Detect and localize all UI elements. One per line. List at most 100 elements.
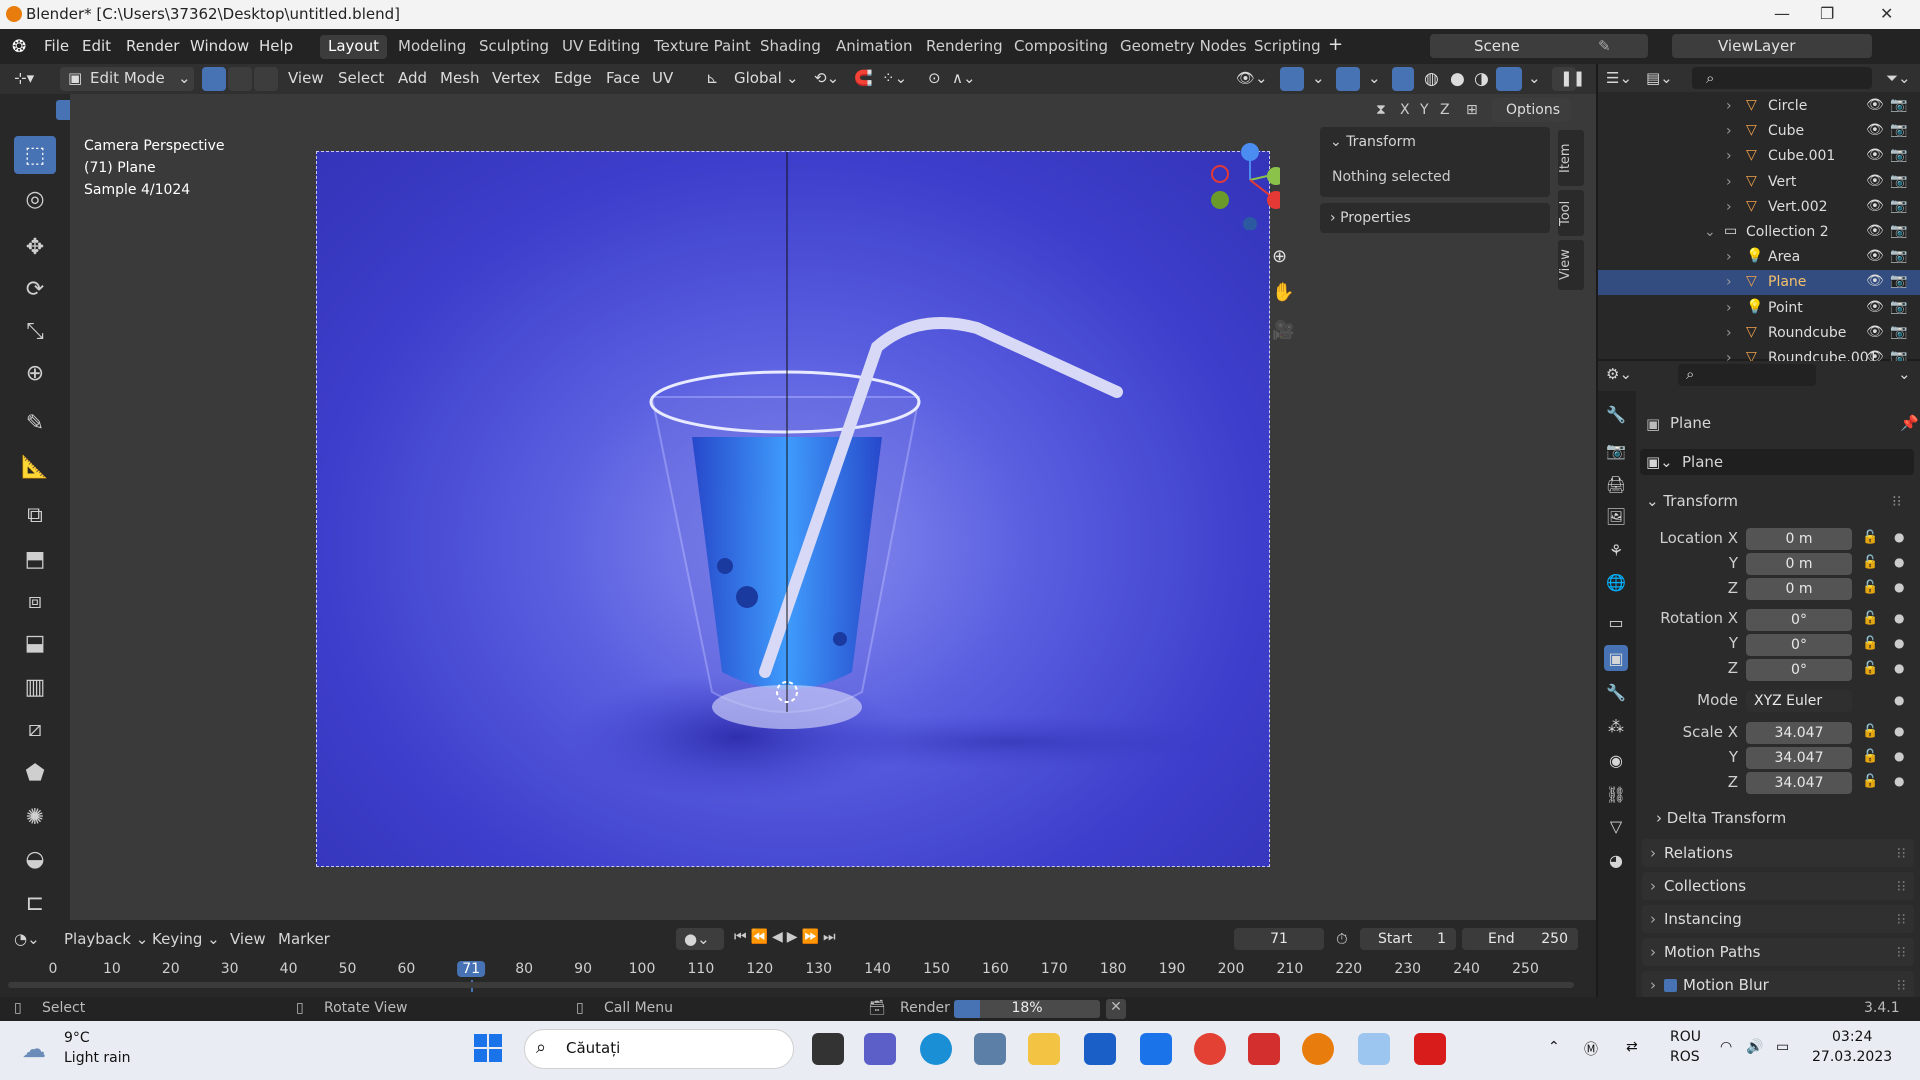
tab-uv-editing[interactable]: UV Editing [554, 35, 648, 59]
taskbar-search-box[interactable] [524, 1029, 794, 1069]
tab-tool[interactable]: Tool [1558, 190, 1584, 236]
scene-props-icon[interactable]: ⚘ [1604, 537, 1628, 563]
outliner-row[interactable]: › ▽ Circle 👁 📷 [1598, 94, 1920, 119]
chrome-icon[interactable] [1194, 1033, 1226, 1065]
lock-icon[interactable]: 🔓 [1862, 611, 1878, 626]
add-workspace-icon[interactable]: + [1328, 34, 1343, 55]
outliner-row[interactable]: › ▽ Vert 👁 📷 [1598, 170, 1920, 195]
eye-icon[interactable]: 👁 [1866, 223, 1884, 239]
orientation-selector[interactable]: Global [734, 69, 782, 87]
keyframe-dot-icon[interactable]: ● [1894, 693, 1904, 707]
zoom-icon[interactable]: ⊕ [1272, 246, 1287, 267]
outliner-row[interactable]: › ▽ Cube.001 👁 📷 [1598, 144, 1920, 169]
rotation-x-field[interactable]: 0° [1746, 609, 1852, 631]
photos-icon[interactable] [974, 1033, 1006, 1065]
properties-editor-icon[interactable]: ⚙⌄ [1606, 365, 1632, 383]
select-box-tool-icon[interactable]: ⬚ [14, 136, 56, 174]
tab-animation[interactable]: Animation [828, 35, 920, 59]
menu-window[interactable]: Window [190, 37, 249, 55]
camera-render-icon[interactable]: 📷 [1890, 198, 1907, 214]
eye-icon[interactable]: 👁 [1866, 173, 1884, 189]
end-frame-field[interactable]: End 250 [1462, 928, 1578, 950]
outliner-row[interactable]: › 💡 Area 👁 📷 [1598, 245, 1920, 270]
scale-tool-icon[interactable]: ⤡ [14, 312, 56, 350]
lock-icon[interactable]: 🔓 [1862, 636, 1878, 651]
spin-tool-icon[interactable]: ✺ [14, 798, 56, 836]
clock-date[interactable]: 27.03.2023 [1812, 1049, 1892, 1065]
keyframe-dot-icon[interactable]: ● [1894, 580, 1904, 594]
playback-controls-icon[interactable]: ⏮⏪◀▶⏩⏭ [734, 929, 840, 945]
transform-panel-header[interactable]: ⌄ Transform [1330, 134, 1416, 150]
keyframe-dot-icon[interactable]: ● [1894, 724, 1904, 738]
eye-icon[interactable]: 👁 [1866, 198, 1884, 214]
editor-type-icon[interactable]: ⊹▾ [14, 69, 34, 87]
scene-selector[interactable] [1430, 34, 1648, 58]
outliner-row[interactable]: › 💡 Point 👁 📷 [1598, 296, 1920, 321]
timeline-menu-playback[interactable]: Playback ⌄ [64, 930, 148, 948]
header-menu-add[interactable]: Add [398, 69, 427, 87]
close-icon[interactable]: ✕ [1880, 4, 1893, 23]
navigation-gizmo[interactable] [1200, 140, 1280, 230]
wifi-icon[interactable]: ◠ [1720, 1039, 1732, 1055]
cursor-tool-icon[interactable]: ◎ [14, 180, 56, 218]
keyframe-dot-icon[interactable]: ● [1894, 774, 1904, 788]
tool-props-icon[interactable]: 🔧 [1604, 401, 1628, 427]
expand-arrow-icon[interactable]: › [1726, 274, 1732, 290]
camera-render-icon[interactable]: 📷 [1890, 248, 1907, 264]
menu-render[interactable]: Render [126, 37, 179, 55]
eye-icon[interactable]: 👁 [1866, 324, 1884, 340]
location-z-field[interactable]: 0 m [1746, 578, 1852, 600]
expand-arrow-icon[interactable]: › [1726, 300, 1732, 316]
face-select-button[interactable] [254, 67, 278, 91]
snipping-tool-icon[interactable] [1358, 1033, 1390, 1065]
minimize-icon[interactable]: — [1774, 4, 1790, 23]
keyframe-dot-icon[interactable]: ● [1894, 530, 1904, 544]
filter-icon[interactable]: ⏷⌄ [1886, 69, 1911, 87]
volume-icon[interactable]: 🔊 [1746, 1039, 1763, 1055]
cancel-render-icon[interactable]: ✕ [1106, 999, 1126, 1019]
timer-icon[interactable]: ⏱ [1336, 930, 1348, 948]
collection-props-icon[interactable]: ▭ [1604, 609, 1628, 635]
keyframe-dot-icon[interactable]: ● [1894, 636, 1904, 650]
tab-texture-paint[interactable]: Texture Paint [646, 35, 759, 59]
start-icon[interactable] [474, 1034, 502, 1062]
camera-view-icon[interactable]: 🎥 [1272, 320, 1294, 341]
acrobat-icon[interactable] [1248, 1033, 1280, 1065]
scale-z-field[interactable]: 34.047 [1746, 772, 1852, 794]
menu-file[interactable]: File [44, 37, 69, 55]
physics-props-icon[interactable]: ◉ [1604, 747, 1628, 773]
keyframe-dot-icon[interactable]: ● [1894, 611, 1904, 625]
particles-props-icon[interactable]: ⁂ [1604, 713, 1628, 739]
battery-icon[interactable]: ▭ [1776, 1039, 1789, 1055]
property-section-header[interactable]: › Instancing ⁝⁝ [1642, 905, 1914, 933]
data-props-icon[interactable]: ▽ [1604, 813, 1628, 839]
camera-render-icon[interactable]: 📷 [1890, 223, 1907, 239]
tab-scripting[interactable]: Scripting [1246, 35, 1329, 59]
tab-geometry-nodes[interactable]: Geometry Nodes [1112, 35, 1255, 59]
timeline-scrollbar[interactable] [8, 982, 1574, 988]
extrude-tool-icon[interactable]: ⬒ [14, 540, 56, 578]
object-props-icon[interactable]: ▣ [1604, 645, 1628, 671]
annotate-tool-icon[interactable]: ✎ [14, 404, 56, 442]
tray-app-icon[interactable]: Ⓜ [1584, 1039, 1598, 1059]
tab-sculpting[interactable]: Sculpting [471, 35, 557, 59]
tab-layout[interactable]: Layout [320, 35, 387, 59]
header-menu-mesh[interactable]: Mesh [440, 69, 480, 87]
header-menu-view[interactable]: View [288, 69, 324, 87]
camera-render-icon[interactable]: 📷 [1890, 273, 1907, 289]
camera-render-icon[interactable]: 📷 [1890, 97, 1907, 113]
snap-target-icon[interactable]: ⁘⌄ [882, 69, 907, 87]
chevron-down-icon[interactable]: ⌄ [1528, 69, 1541, 87]
inset-tool-icon[interactable]: ⧈ [14, 582, 56, 620]
camera-render-icon[interactable]: 📷 [1890, 324, 1907, 340]
tab-view[interactable]: View [1558, 240, 1584, 290]
keyframe-dot-icon[interactable]: ● [1894, 555, 1904, 569]
camera-render-icon[interactable]: 📷 [1890, 122, 1907, 138]
expand-arrow-icon[interactable]: › [1726, 148, 1732, 164]
eye-icon[interactable]: 👁 [1866, 97, 1884, 113]
task-view-icon[interactable] [812, 1033, 844, 1065]
tray-chevron-icon[interactable]: ⌃ [1548, 1039, 1560, 1055]
tab-shading[interactable]: Shading [752, 35, 829, 59]
outliner-row[interactable]: ⌄ ▭ Collection 2 👁 📷 [1598, 220, 1920, 245]
property-section-header[interactable]: › Motion Blur ⁝⁝ [1642, 971, 1914, 999]
